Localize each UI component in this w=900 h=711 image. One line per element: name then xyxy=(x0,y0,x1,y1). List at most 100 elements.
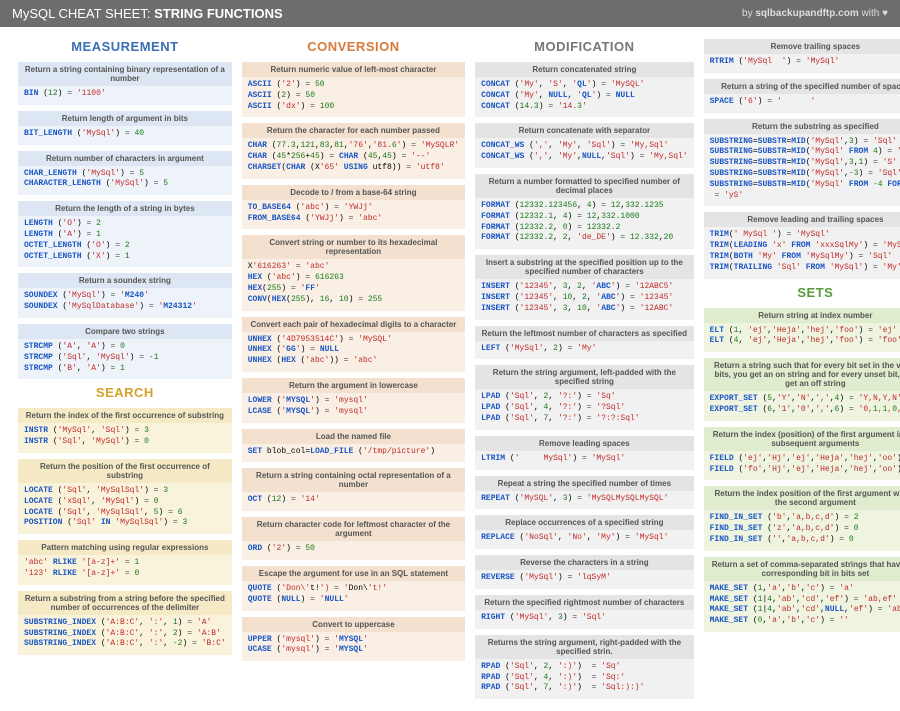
block-desc: Repeat a string the specified number of … xyxy=(475,476,694,491)
sheet-block: Remove trailing spacesRTRIM ('MySql ') =… xyxy=(704,39,900,73)
block-code: LPAD ('Sql', 2, '?:') = 'Sq' LPAD ('Sql'… xyxy=(475,389,694,429)
sheet-block: Return the substring as specifiedSUBSTRI… xyxy=(704,119,900,207)
block-desc: Return a string containing binary repres… xyxy=(18,62,232,86)
block-desc: Return the character for each number pas… xyxy=(242,123,465,138)
sheet-block: Convert string or number to its hexadeci… xyxy=(242,235,465,310)
block-code: TRIM(' MySql ') = 'MySql' TRIM(LEADING '… xyxy=(704,227,900,278)
block-code: INSERT ('12345', 3, 2, 'ABC') = '12ABC5'… xyxy=(475,279,694,319)
block-desc: Return a string containing octal represe… xyxy=(242,468,465,492)
block-desc: Compare two strings xyxy=(18,324,232,339)
block-desc: Remove trailing spaces xyxy=(704,39,900,54)
sheet-block: Return a string of the specified number … xyxy=(704,79,900,113)
block-desc: Return the index (position) of the first… xyxy=(704,427,900,451)
sheet-block: Return length of argument in bitsBIT_LEN… xyxy=(18,111,232,145)
block-code: CONCAT ('My', 'S', 'QL') = 'MySQL' CONCA… xyxy=(475,77,694,117)
block-code: OCT (12) = '14' xyxy=(242,492,465,511)
sheet-block: Convert to uppercaseUPPER ('mysql') = 'M… xyxy=(242,617,465,662)
block-code: QUOTE ('Don\'t!') = 'Don\'t!' QUOTE (NUL… xyxy=(242,581,465,611)
block-desc: Remove leading and trailing spaces xyxy=(704,212,900,227)
block-desc: Escape the argument for use in an SQL st… xyxy=(242,566,465,581)
sheet-block: Return character code for leftmost chara… xyxy=(242,517,465,560)
block-desc: Return a string such that for every bit … xyxy=(704,358,900,391)
block-code: LOWER ('MYSQL') = 'mysql' LCASE ('MYSQL'… xyxy=(242,393,465,423)
block-code: INSTR ('MySql', 'Sql') = 3 INSTR ('Sql',… xyxy=(18,423,232,453)
block-code: ASCII ('2') = 50 ASCII (2) = 50 ASCII ('… xyxy=(242,77,465,117)
sheet-block: Return number of characters in argumentC… xyxy=(18,151,232,196)
sheet-block: Return concatenated stringCONCAT ('My', … xyxy=(475,62,694,117)
section-title-sets: SETS xyxy=(704,285,900,300)
block-desc: Return a substring from a string before … xyxy=(18,591,232,615)
block-desc: Return concatenated string xyxy=(475,62,694,77)
sheet-block: Return a string such that for every bit … xyxy=(704,358,900,421)
header-prefix: MySQL CHEAT SHEET: xyxy=(12,6,150,21)
page-body: MEASUREMENTReturn a string containing bi… xyxy=(0,27,900,711)
sheet-block: Pattern matching using regular expressio… xyxy=(18,540,232,585)
block-desc: Replace occurrences of a specified strin… xyxy=(475,515,694,530)
sheet-block: Return string at index numberELT (1, 'ej… xyxy=(704,308,900,353)
block-code: BIT_LENGTH ('MySql') = 40 xyxy=(18,126,232,145)
block-code: RIGHT ('MySql', 3) = 'Sql' xyxy=(475,610,694,629)
sheet-block: Remove leading and trailing spacesTRIM('… xyxy=(704,212,900,278)
block-code: SUBSTRING=SUBSTR=MID('MySql',3) = 'Sql' … xyxy=(704,134,900,207)
block-code: LEFT ('MySql', 2) = 'My' xyxy=(475,341,694,360)
block-code: REPEAT ('MySQL', 3) = 'MySQLMySQLMySQL' xyxy=(475,491,694,510)
block-code: TO_BASE64 ('abc') = 'YWJj' FROM_BASE64 (… xyxy=(242,200,465,230)
block-desc: Return character code for leftmost chara… xyxy=(242,517,465,541)
block-desc: Return a number formatted to specified n… xyxy=(475,174,694,198)
block-desc: Return the specified rightmost number of… xyxy=(475,595,694,610)
sheet-block: Load the named fileSET blob_col=LOAD_FIL… xyxy=(242,429,465,463)
sheet-block: Return the leftmost number of characters… xyxy=(475,326,694,360)
block-code: REPLACE ('NoSql', 'No', 'My') = 'MySql' xyxy=(475,530,694,549)
block-code: SUBSTRING_INDEX ('A:B:C', ':', 1) = 'A' … xyxy=(18,615,232,655)
block-desc: Return concatenate with separator xyxy=(475,123,694,138)
sheet-block: Return numeric value of left-most charac… xyxy=(242,62,465,117)
sheet-block: Insert a substring at the specified posi… xyxy=(475,255,694,319)
sheet-block: Reverse the characters in a stringREVERS… xyxy=(475,555,694,589)
block-desc: Return numeric value of left-most charac… xyxy=(242,62,465,77)
sheet-block: Return the index (position) of the first… xyxy=(704,427,900,481)
block-desc: Remove leading spaces xyxy=(475,436,694,451)
block-desc: Return number of characters in argument xyxy=(18,151,232,166)
page-header: MySQL CHEAT SHEET: STRING FUNCTIONS by s… xyxy=(0,0,900,27)
block-code: LTRIM (' MySql') = 'MySql' xyxy=(475,451,694,470)
block-desc: Return the position of the first occurre… xyxy=(18,459,232,483)
block-desc: Return the argument in lowercase xyxy=(242,378,465,393)
block-desc: Return the index position of the first a… xyxy=(704,486,900,510)
block-desc: Return a set of comma-separated strings … xyxy=(704,557,900,581)
block-code: FORMAT (12332.123456, 4) = 12,332.1235 F… xyxy=(475,198,694,249)
block-code: LENGTH ('O') = 2 LENGTH ('A') = 1 OCTET_… xyxy=(18,216,232,267)
block-desc: Return a string of the specified number … xyxy=(704,79,900,94)
sheet-block: Return the string argument, left-padded … xyxy=(475,365,694,429)
block-desc: Insert a substring at the specified posi… xyxy=(475,255,694,279)
block-code: REVERSE ('MySql') = 'lqSyM' xyxy=(475,570,694,589)
block-code: FIND_IN_SET ('b','a,b,c,d') = 2 FIND_IN_… xyxy=(704,510,900,550)
sheet-block: Remove leading spacesLTRIM (' MySql') = … xyxy=(475,436,694,470)
block-code: STRCMP ('A', 'A') = 0 STRCMP ('Sql', 'My… xyxy=(18,339,232,379)
section-title-conversion: CONVERSION xyxy=(242,39,465,54)
block-desc: Return length of argument in bits xyxy=(18,111,232,126)
block-desc: Return the leftmost number of characters… xyxy=(475,326,694,341)
block-code: 'abc' RLIKE '[a-z]+' = 1 '123' RLIKE '[a… xyxy=(18,555,232,585)
block-desc: Convert each pair of hexadecimal digits … xyxy=(242,317,465,332)
sheet-block: Return a soundex stringSOUNDEX ('MySql')… xyxy=(18,273,232,318)
sheet-block: Return a string containing binary repres… xyxy=(18,62,232,105)
section-title-modification: MODIFICATION xyxy=(475,39,694,54)
sheet-block: Return the argument in lowercaseLOWER ('… xyxy=(242,378,465,423)
block-code: MAKE_SET (1,'a','b','c') = 'a' MAKE_SET … xyxy=(704,581,900,632)
block-code: CHAR_LENGTH ('MySql') = 5 CHARACTER_LENG… xyxy=(18,166,232,196)
block-desc: Return a soundex string xyxy=(18,273,232,288)
sheet-block: Return a set of comma-separated strings … xyxy=(704,557,900,632)
block-code: SOUNDEX ('MySql') = 'M240' SOUNDEX ('MyS… xyxy=(18,288,232,318)
sheet-block: Return a number formatted to specified n… xyxy=(475,174,694,249)
block-desc: Load the named file xyxy=(242,429,465,444)
sheet-block: Returns the string argument, right-padde… xyxy=(475,635,694,699)
block-code: EXPORT_SET (5,'Y','N',',',4) = 'Y,N,Y,N'… xyxy=(704,391,900,421)
sheet-block: Return the index of the first occurrence… xyxy=(18,408,232,453)
block-code: ORD ('2') = 50 xyxy=(242,541,465,560)
sheet-block: Convert each pair of hexadecimal digits … xyxy=(242,317,465,372)
section-title-search: SEARCH xyxy=(18,385,232,400)
block-code: ELT (1, 'ej','Heja','hej','foo') = 'ej' … xyxy=(704,323,900,353)
block-desc: Convert to uppercase xyxy=(242,617,465,632)
block-desc: Return string at index number xyxy=(704,308,900,323)
block-code: FIELD ('ej','Hj','ej','Heja','hej','oo')… xyxy=(704,451,900,481)
